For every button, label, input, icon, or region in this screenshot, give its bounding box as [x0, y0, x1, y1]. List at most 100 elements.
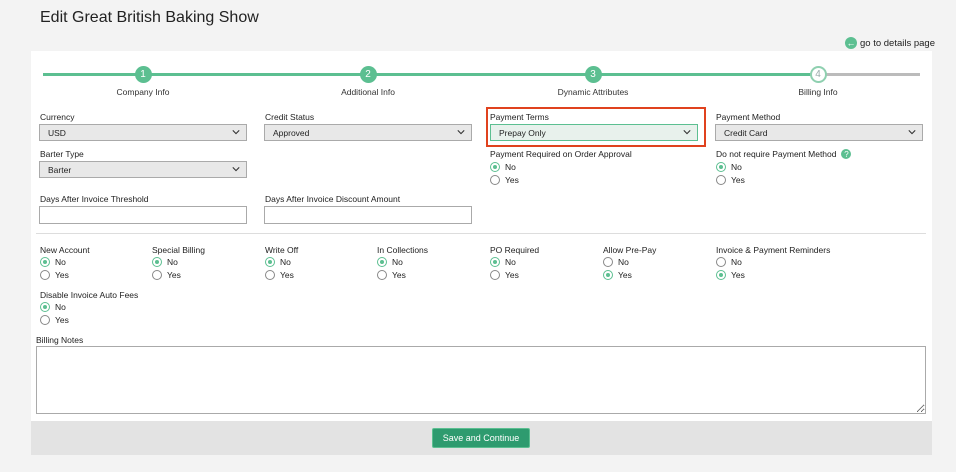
radio-selected[interactable] — [716, 162, 726, 172]
radio-selected[interactable] — [490, 162, 500, 172]
po-required-no[interactable]: No — [490, 257, 516, 267]
credit-status-value: Approved — [273, 127, 310, 138]
billing-notes-textarea[interactable] — [36, 346, 926, 414]
barter-type-value: Barter — [48, 164, 72, 175]
radio-selected[interactable] — [377, 257, 387, 267]
step-number: 3 — [584, 66, 602, 83]
radio-label: Yes — [731, 270, 745, 280]
barter-type-select[interactable]: Barter — [39, 161, 247, 178]
step-number: 2 — [359, 66, 377, 83]
in-collections-yes[interactable]: Yes — [377, 270, 406, 280]
radio-unselected[interactable] — [490, 270, 500, 280]
new-account-no[interactable]: No — [40, 257, 66, 267]
step-number: 4 — [809, 66, 827, 83]
write-off-no[interactable]: No — [265, 257, 291, 267]
radio-selected[interactable] — [490, 257, 500, 267]
payment-required-no[interactable]: No — [490, 162, 516, 172]
radio-label: Yes — [55, 315, 69, 325]
radio-unselected[interactable] — [377, 270, 387, 280]
save-and-continue-button[interactable]: Save and Continue — [432, 428, 530, 448]
no-payment-method-yes[interactable]: Yes — [716, 175, 745, 185]
radio-selected[interactable] — [40, 257, 50, 267]
radio-unselected[interactable] — [265, 270, 275, 280]
radio-selected[interactable] — [603, 270, 613, 280]
radio-label: No — [55, 302, 66, 312]
new-account-label: New Account — [40, 245, 90, 255]
step-additional-info[interactable]: 2 Additional Info — [308, 66, 428, 97]
radio-label: Yes — [55, 270, 69, 280]
step-label: Billing Info — [798, 87, 838, 97]
disable-auto-fees-yes[interactable]: Yes — [40, 315, 69, 325]
payment-method-select[interactable]: Credit Card — [715, 124, 923, 141]
step-billing-info[interactable]: 4 Billing Info — [758, 66, 878, 97]
po-required-label: PO Required — [490, 245, 540, 255]
currency-value: USD — [48, 127, 66, 138]
no-payment-method-label: Do not require Payment Method — [716, 149, 837, 159]
radio-label: No — [280, 257, 291, 267]
step-company-info[interactable]: 1 Company Info — [83, 66, 203, 97]
radio-unselected[interactable] — [716, 257, 726, 267]
step-number: 1 — [134, 66, 152, 83]
days-threshold-input[interactable] — [39, 206, 247, 224]
disable-auto-fees-label: Disable Invoice Auto Fees — [40, 290, 139, 300]
radio-label: No — [505, 162, 516, 172]
radio-unselected[interactable] — [152, 270, 162, 280]
reminders-yes[interactable]: Yes — [716, 270, 745, 280]
special-billing-label: Special Billing — [152, 245, 205, 255]
radio-label: Yes — [167, 270, 181, 280]
radio-unselected[interactable] — [40, 270, 50, 280]
radio-unselected[interactable] — [40, 315, 50, 325]
special-billing-no[interactable]: No — [152, 257, 178, 267]
payment-terms-value: Prepay Only — [499, 127, 546, 138]
in-collections-no[interactable]: No — [377, 257, 403, 267]
reminders-no[interactable]: No — [716, 257, 742, 267]
radio-label: Yes — [280, 270, 294, 280]
radio-selected[interactable] — [40, 302, 50, 312]
go-to-details-link[interactable]: ← go to details page — [845, 37, 935, 49]
radio-label: Yes — [505, 270, 519, 280]
chevron-down-icon — [232, 130, 240, 135]
days-discount-input[interactable] — [264, 206, 472, 224]
disable-auto-fees-no[interactable]: No — [40, 302, 66, 312]
payment-required-label: Payment Required on Order Approval — [490, 149, 632, 159]
special-billing-yes[interactable]: Yes — [152, 270, 181, 280]
currency-select[interactable]: USD — [39, 124, 247, 141]
currency-label: Currency — [40, 112, 75, 122]
details-link-label: go to details page — [860, 37, 936, 49]
write-off-yes[interactable]: Yes — [265, 270, 294, 280]
allow-prepay-label: Allow Pre-Pay — [603, 245, 657, 255]
radio-label: Yes — [618, 270, 632, 280]
radio-label: No — [618, 257, 629, 267]
radio-unselected[interactable] — [490, 175, 500, 185]
payment-method-value: Credit Card — [724, 127, 768, 138]
allow-prepay-no[interactable]: No — [603, 257, 629, 267]
no-payment-method-no[interactable]: No — [716, 162, 742, 172]
radio-selected[interactable] — [152, 257, 162, 267]
days-discount-label: Days After Invoice Discount Amount — [265, 194, 401, 204]
radio-selected[interactable] — [265, 257, 275, 267]
allow-prepay-yes[interactable]: Yes — [603, 270, 632, 280]
radio-label: Yes — [505, 175, 519, 185]
step-label: Dynamic Attributes — [557, 87, 629, 97]
new-account-yes[interactable]: Yes — [40, 270, 69, 280]
po-required-yes[interactable]: Yes — [490, 270, 519, 280]
page-title: Edit Great British Baking Show — [40, 9, 259, 26]
radio-label: No — [731, 162, 742, 172]
payment-required-yes[interactable]: Yes — [490, 175, 519, 185]
credit-status-label: Credit Status — [265, 112, 315, 122]
radio-unselected[interactable] — [603, 257, 613, 267]
payment-terms-select[interactable]: Prepay Only — [490, 124, 698, 141]
in-collections-label: In Collections — [377, 245, 429, 255]
credit-status-select[interactable]: Approved — [264, 124, 472, 141]
radio-label: Yes — [392, 270, 406, 280]
radio-unselected[interactable] — [716, 175, 726, 185]
barter-type-label: Barter Type — [40, 149, 84, 159]
chevron-down-icon — [683, 130, 691, 135]
radio-selected[interactable] — [716, 270, 726, 280]
help-icon[interactable]: ? — [841, 149, 852, 159]
payment-terms-label: Payment Terms — [490, 112, 549, 122]
step-dynamic-attributes[interactable]: 3 Dynamic Attributes — [533, 66, 653, 97]
chevron-down-icon — [457, 130, 465, 135]
payment-method-label: Payment Method — [716, 112, 781, 122]
radio-label: Yes — [731, 175, 745, 185]
